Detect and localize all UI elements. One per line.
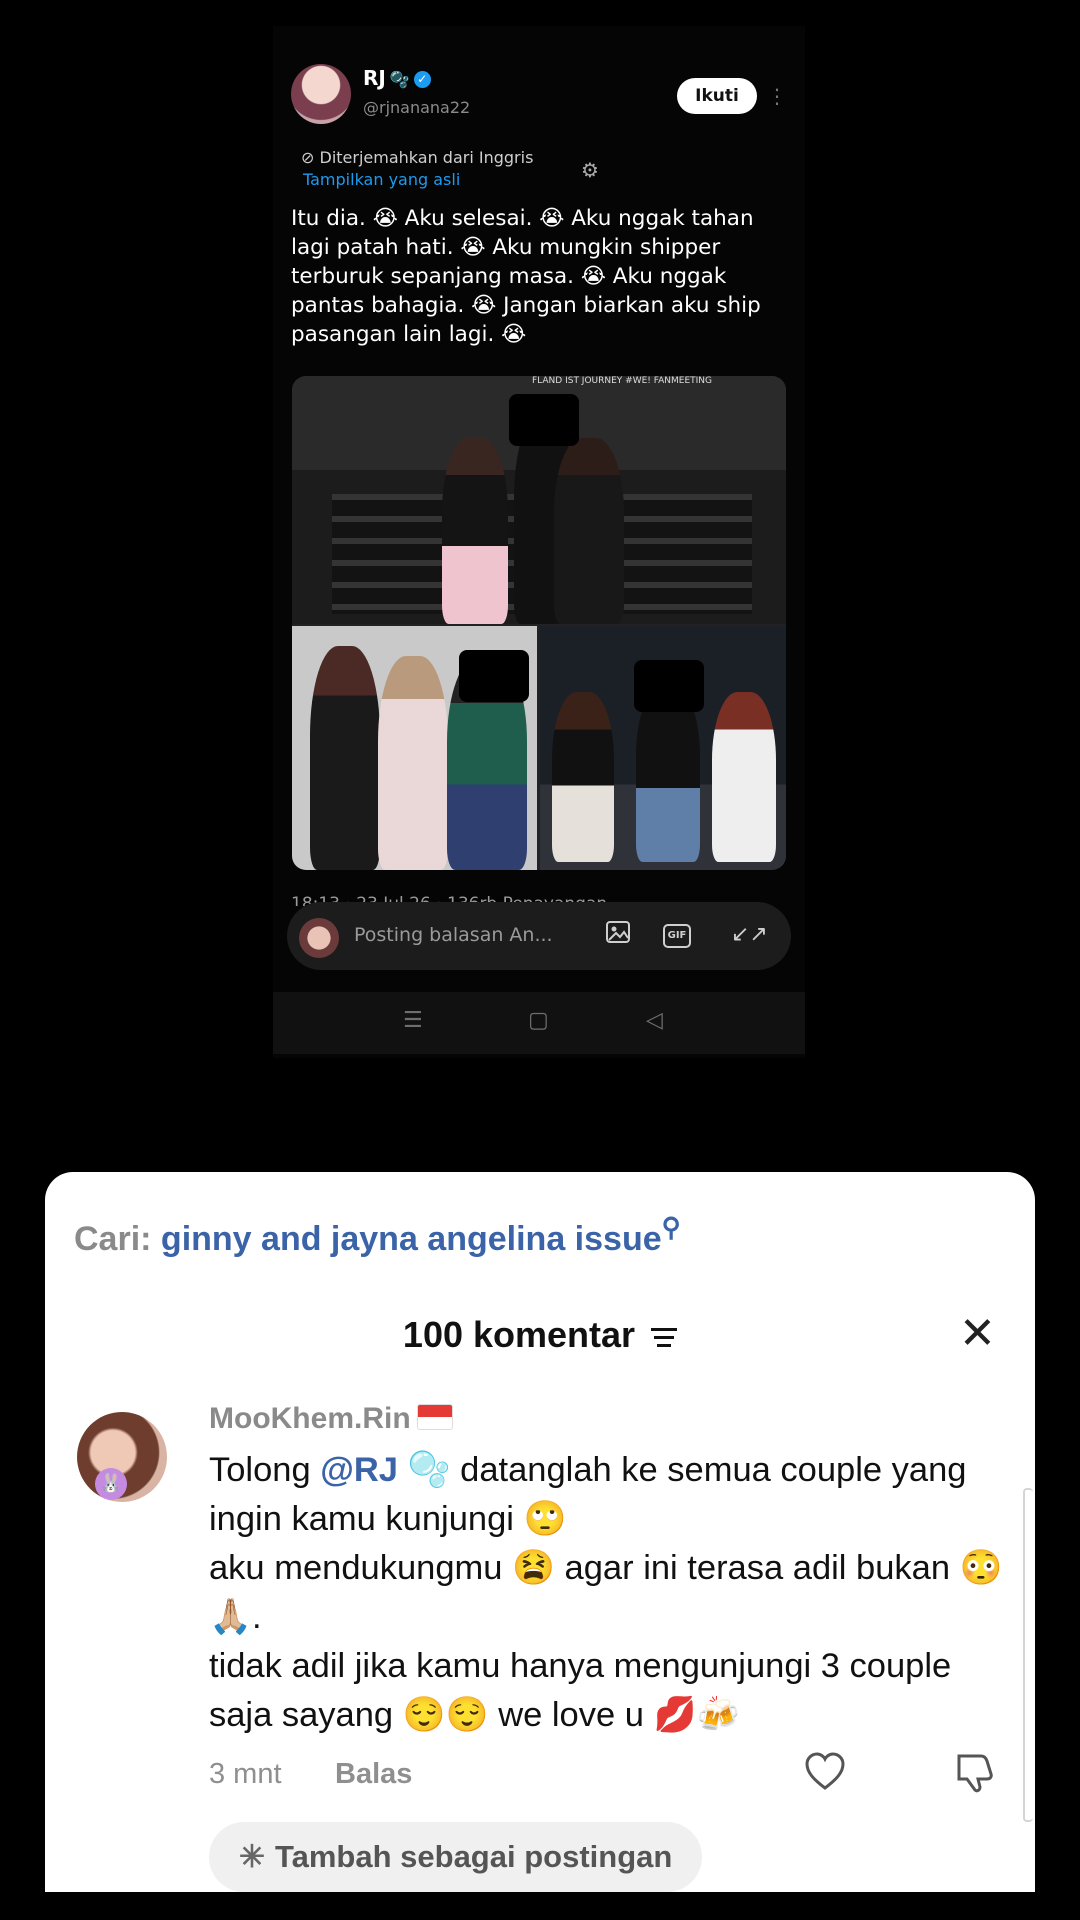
scrollbar[interactable] [1023,1488,1033,1822]
verified-icon: ✓ [413,71,431,88]
crying-emoji-cover: 😭 [634,660,704,712]
show-original-link[interactable]: Tampilkan yang asli [303,170,460,189]
back-icon[interactable]: ◁ [646,1008,663,1033]
photo-person [378,656,448,870]
sparkle-icon: ✳ [239,1839,265,1874]
comment-count: 100 komentar [402,1314,636,1355]
photo-person [712,692,776,862]
crying-emoji-cover: 😭 [459,650,529,702]
avatar-badge: 🐰 [95,1468,127,1500]
gif-icon[interactable]: GIF [663,924,691,948]
gear-icon[interactable]: ⚙ [581,158,599,182]
comment-text-pre: Tolong [209,1451,321,1489]
photo-top: FLAND IST JOURNEY #WE! FANMEETING 😭 [292,376,786,624]
username-text: MooKhem.Rin [209,1402,411,1435]
event-banner-text: FLAND IST JOURNEY #WE! FANMEETING [532,376,712,386]
tweet-avatar[interactable] [291,64,351,124]
comment-time: 3 mnt [209,1758,282,1790]
system-nav-bar: ☰ ▢ ◁ [273,992,805,1054]
comment-count-header: 100 komentar [45,1314,1035,1356]
reply-avatar [299,918,339,958]
photo-person [636,686,700,862]
comment-text-post: 🫧 datanglah ke semua couple yang ingin k… [209,1451,1003,1734]
search-query-link[interactable]: ginny and jayna angelina issue [161,1220,662,1258]
menu-icon[interactable]: ☰ [403,1008,423,1033]
more-options-icon[interactable]: ⋮ [767,78,787,114]
mention-link[interactable]: @RJ [320,1451,398,1489]
reply-bar: Posting balasan An... GIF ↙↗ [287,902,791,970]
search-prefix: Cari: [74,1220,152,1258]
home-icon[interactable]: ▢ [528,1008,549,1033]
photo-bottom-left: 😭 [292,626,537,870]
heart-icon[interactable] [803,1750,847,1794]
flag-icon [416,1404,453,1430]
close-icon[interactable]: ✕ [959,1308,996,1359]
commenter-username[interactable]: MooKhem.Rin [209,1402,453,1436]
crying-emoji-cover: 😭 [509,394,579,446]
photo-person [552,692,614,862]
reply-button[interactable]: Balas [335,1758,412,1791]
photo-bottom-right: 😭 [540,626,786,870]
bubbles-icon: 🫧 [389,70,410,89]
comment-text: Tolong @RJ 🫧 datanglah ke semua couple y… [209,1446,1009,1740]
sort-filter-icon[interactable] [651,1326,678,1348]
tweet-handle: @rjnanana22 [363,98,471,117]
translated-note: ⊘ Diterjemahkan dari Inggris [301,148,534,167]
tweet-photo-collage[interactable]: FLAND IST JOURNEY #WE! FANMEETING 😭 😭 😭 [292,376,786,870]
tweet-text: Itu dia. 😭 Aku selesai. 😭 Aku nggak taha… [291,206,761,347]
photo-person [310,646,380,870]
dislike-icon[interactable] [953,1750,997,1794]
globe-icon: ⊘ [301,148,315,167]
photo-person [442,438,508,624]
image-icon[interactable] [603,920,633,950]
comments-sheet: Cari: ginny and jayna angelina issue⚲ 10… [45,1172,1035,1892]
tweet-author-name[interactable]: RJ 🫧 ✓ [363,66,431,90]
follow-button[interactable]: Ikuti [677,78,757,114]
tweet-screenshot: RJ 🫧 ✓ @rjnanana22 Ikuti ⋮ ⊘ Diterjemahkan… [273,26,805,1058]
search-icon: ⚲ [661,1212,681,1242]
reply-input[interactable]: Posting balasan An... [354,924,553,946]
author-name-text: RJ [363,66,386,90]
add-as-post-button[interactable]: ✳ Tambah sebagai postingan [209,1822,703,1892]
search-suggestion[interactable]: Cari: ginny and jayna angelina issue⚲ [74,1212,681,1259]
add-post-label: Tambah sebagai postingan [274,1839,673,1874]
photo-person [554,438,624,624]
expand-icon[interactable]: ↙↗ [731,920,768,950]
